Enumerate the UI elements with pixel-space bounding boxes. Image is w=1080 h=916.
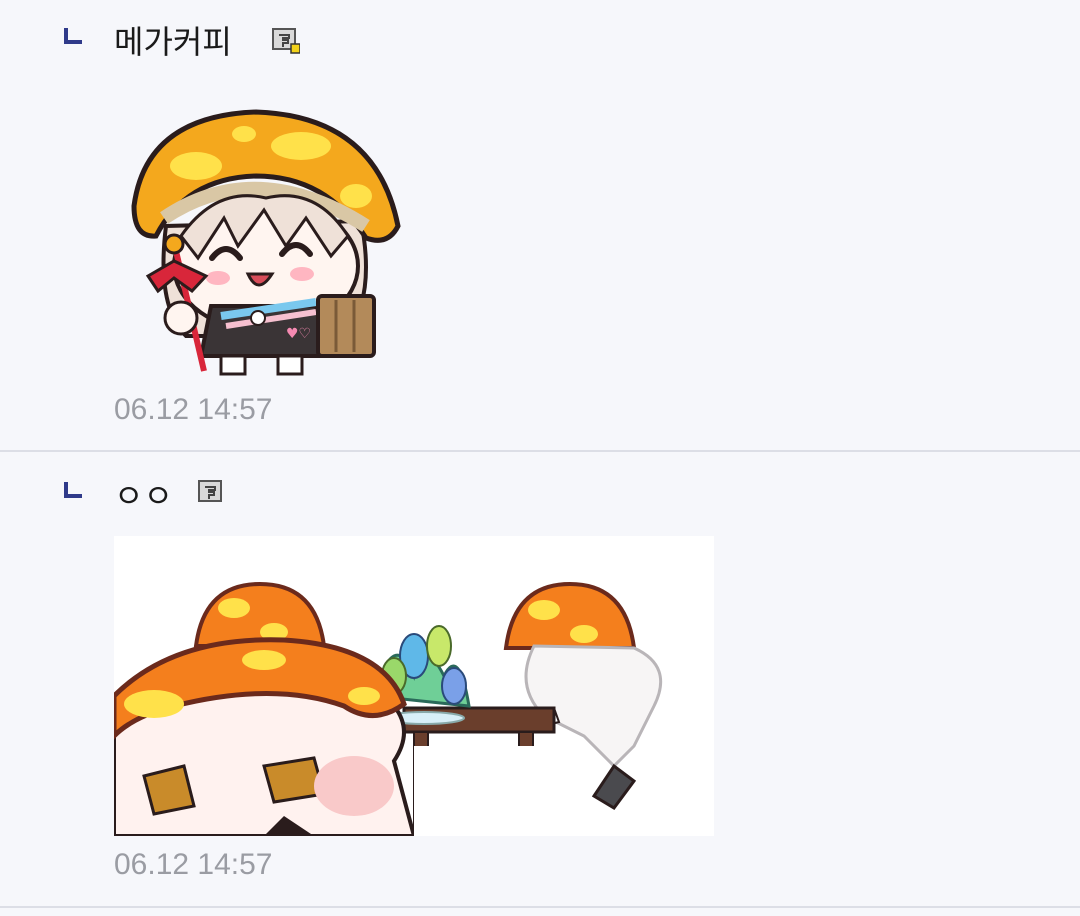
comment-item: 메가커피 ♥♡ 06.12 14:57 bbox=[0, 0, 1080, 450]
reply-arrow-icon bbox=[64, 28, 82, 44]
comment-timestamp: 06.12 14:57 bbox=[114, 848, 273, 881]
comment-divider bbox=[0, 906, 1080, 908]
mushroom-girl-sticker: ♥♡ bbox=[131, 109, 401, 376]
fixed-nick-gold-icon bbox=[272, 28, 300, 54]
mushroom-table-sticker bbox=[114, 536, 714, 836]
comment-nickname[interactable]: ㅇㅇ bbox=[114, 476, 173, 516]
comment-nickname[interactable]: 메가커피 bbox=[114, 22, 232, 62]
comment-timestamp: 06.12 14:57 bbox=[114, 393, 273, 426]
reply-arrow-icon bbox=[64, 482, 82, 498]
fixed-nick-gray-icon bbox=[198, 480, 222, 502]
svg-text:♥♡: ♥♡ bbox=[286, 326, 311, 342]
comment-item: ㅇㅇ 06.12 14:57 bbox=[0, 452, 1080, 906]
